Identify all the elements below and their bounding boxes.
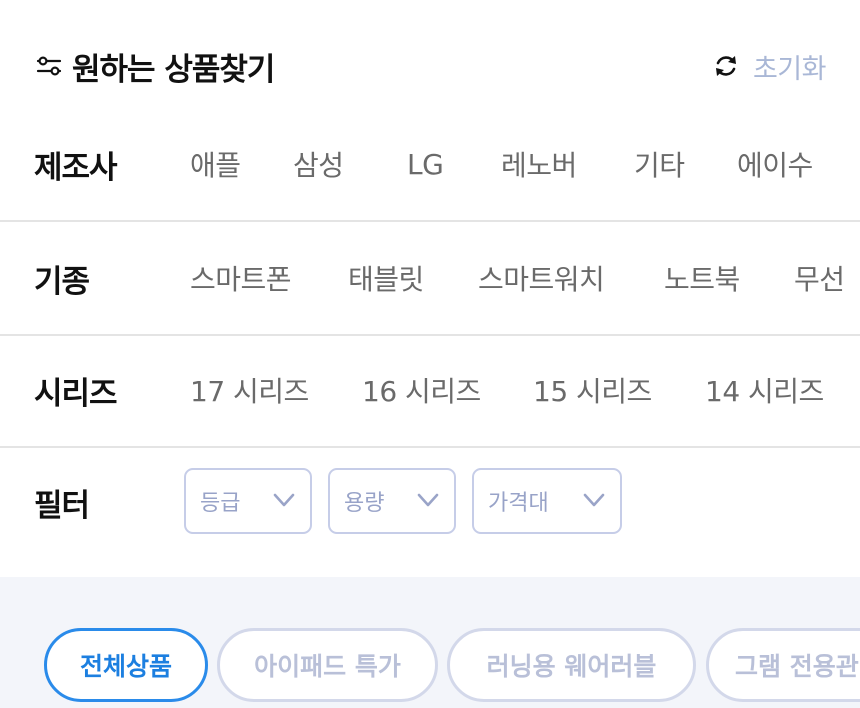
- manufacturer-row: 제조사 애플 삼성 LG 레노버 기타 에이수: [0, 108, 860, 222]
- page-title: 원하는 상품찾기: [72, 51, 275, 88]
- chevron-down-icon: [583, 493, 605, 507]
- category-pill-gram[interactable]: 그램 전용관: [706, 628, 860, 702]
- category-pill-ipad-deal[interactable]: 아이패드 특가: [217, 628, 438, 702]
- capacity-dropdown[interactable]: 용량: [328, 468, 456, 534]
- option-tablet[interactable]: 태블릿: [348, 222, 424, 334]
- option-lg[interactable]: LG: [407, 108, 444, 220]
- device-type-row: 기종 스마트폰 태블릿 스마트워치 노트북 무선: [0, 222, 860, 336]
- category-pill-running-wearable[interactable]: 러닝용 웨어러블: [447, 628, 696, 702]
- option-series-15[interactable]: 15 시리즈: [533, 334, 652, 446]
- reset-button[interactable]: 초기화: [713, 44, 827, 88]
- row-label-manufacturer: 제조사: [34, 149, 118, 186]
- capacity-dropdown-label: 용량: [344, 491, 385, 516]
- row-label-series: 시리즈: [34, 375, 118, 412]
- chevron-down-icon: [417, 493, 439, 507]
- option-series-14[interactable]: 14 시리즈: [705, 334, 824, 446]
- option-series-17[interactable]: 17 시리즈: [190, 334, 309, 446]
- category-band: 전체상품 아이패드 특가 러닝용 웨어러블 그램 전용관: [0, 577, 860, 708]
- option-other[interactable]: 기타: [634, 108, 685, 220]
- option-apple[interactable]: 애플: [190, 108, 241, 220]
- option-wireless[interactable]: 무선: [794, 222, 845, 334]
- row-label-filter: 필터: [34, 487, 90, 524]
- option-smartwatch[interactable]: 스마트워치: [478, 222, 605, 334]
- category-pill-all[interactable]: 전체상품: [44, 628, 208, 702]
- option-smartphone[interactable]: 스마트폰: [190, 222, 292, 334]
- refresh-icon: [715, 56, 736, 76]
- grade-dropdown[interactable]: 등급: [184, 468, 312, 534]
- title-group: 원하는 상품찾기: [36, 44, 275, 88]
- filter-sliders-icon: [36, 56, 62, 76]
- series-row: 시리즈 17 시리즈 16 시리즈 15 시리즈 14 시리즈: [0, 334, 860, 448]
- filter-row: 필터 등급 용량 가격대: [0, 446, 860, 558]
- price-range-dropdown-label: 가격대: [488, 491, 549, 516]
- grade-dropdown-label: 등급: [200, 491, 241, 516]
- row-label-device-type: 기종: [34, 263, 90, 300]
- price-range-dropdown[interactable]: 가격대: [472, 468, 622, 534]
- chevron-down-icon: [273, 493, 295, 507]
- option-samsung[interactable]: 삼성: [293, 108, 344, 220]
- option-asus[interactable]: 에이수: [737, 108, 813, 220]
- option-series-16[interactable]: 16 시리즈: [362, 334, 481, 446]
- option-lenovo[interactable]: 레노버: [501, 108, 577, 220]
- reset-label: 초기화: [752, 53, 827, 85]
- option-laptop[interactable]: 노트북: [664, 222, 740, 334]
